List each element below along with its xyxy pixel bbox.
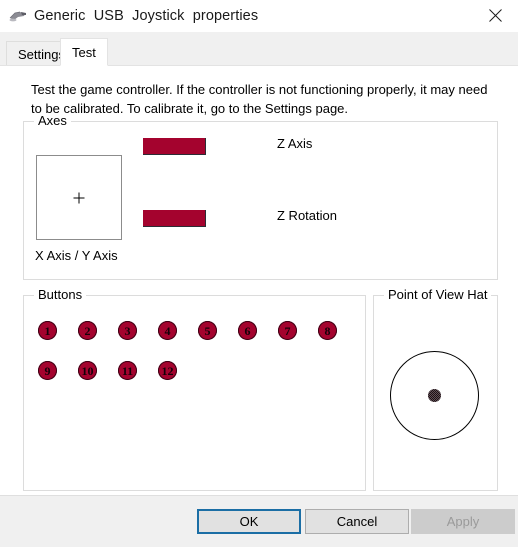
joystick-button-1: 1 xyxy=(38,321,57,340)
apply-button: Apply xyxy=(411,509,515,534)
joystick-button-6: 6 xyxy=(238,321,257,340)
pov-hat-group-label: Point of View Hat xyxy=(384,287,492,302)
window-title: Generic USB Joystick properties xyxy=(34,8,259,24)
tab-page-test: Test the game controller. If the control… xyxy=(0,65,518,495)
joystick-button-10: 10 xyxy=(78,361,97,380)
cancel-button[interactable]: Cancel xyxy=(305,509,409,534)
tab-settings-label: Settings xyxy=(18,46,65,62)
pov-hat-circle xyxy=(390,351,479,440)
joystick-button-4: 4 xyxy=(158,321,177,340)
tab-test-label: Test xyxy=(72,44,96,60)
joystick-button-9: 9 xyxy=(38,361,57,380)
tab-strip: Settings Test xyxy=(0,32,518,66)
xy-axis-box xyxy=(36,155,122,240)
pov-center-dot-icon xyxy=(428,389,441,402)
pov-hat-group: Point of View Hat xyxy=(373,287,498,491)
title-bar: Generic USB Joystick properties xyxy=(0,0,518,32)
joystick-button-3: 3 xyxy=(118,321,137,340)
crosshair-icon xyxy=(73,192,85,203)
xy-axis-label: X Axis / Y Axis xyxy=(35,248,118,263)
instructions-text: Test the game controller. If the control… xyxy=(31,82,488,116)
close-button[interactable] xyxy=(473,0,518,31)
tab-test[interactable]: Test xyxy=(60,38,108,66)
ok-button-label: OK xyxy=(239,514,259,529)
z-rotation-bar xyxy=(143,210,206,227)
ok-button[interactable]: OK xyxy=(197,509,301,534)
joystick-button-7: 7 xyxy=(278,321,297,340)
z-rotation-label: Z Rotation xyxy=(277,208,337,223)
apply-button-label: Apply xyxy=(446,514,480,529)
joystick-button-12: 12 xyxy=(158,361,177,380)
joystick-button-5: 5 xyxy=(198,321,217,340)
axes-group: Axes Z Axis Z Rotation X Axis / Y Axis xyxy=(23,113,498,280)
axes-group-label: Axes xyxy=(34,113,71,128)
z-axis-bar xyxy=(143,138,206,155)
joystick-button-8: 8 xyxy=(318,321,337,340)
buttons-group-label: Buttons xyxy=(34,287,87,302)
buttons-group: Buttons 1 2 3 4 5 6 7 8 9 10 11 12 xyxy=(23,287,366,491)
joystick-icon xyxy=(8,7,28,25)
z-axis-label: Z Axis xyxy=(277,136,313,151)
joystick-button-11: 11 xyxy=(118,361,137,380)
cancel-button-label: Cancel xyxy=(336,514,378,529)
dialog-footer: OK Cancel Apply xyxy=(0,495,518,547)
joystick-button-2: 2 xyxy=(78,321,97,340)
